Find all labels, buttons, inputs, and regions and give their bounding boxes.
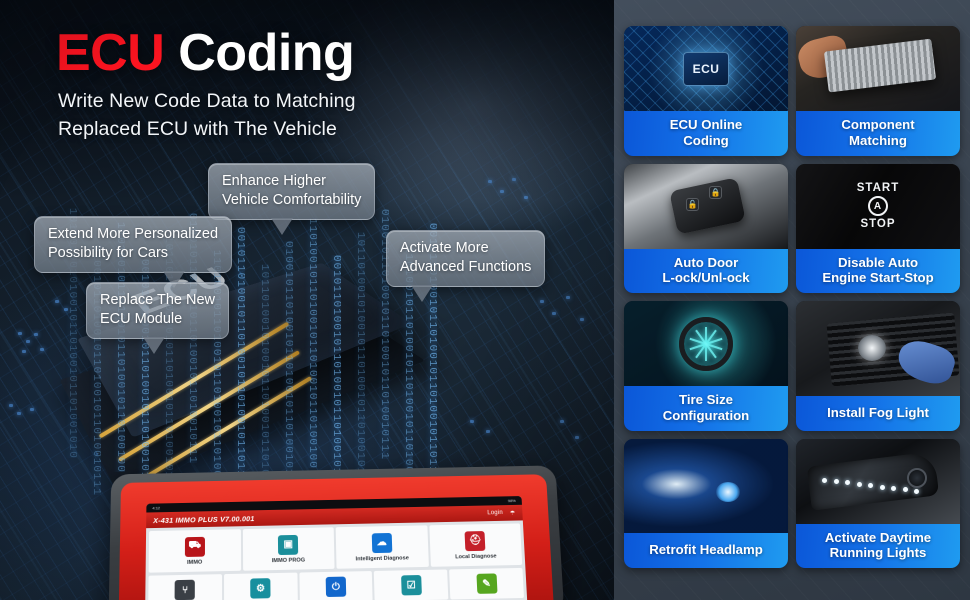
- feature-card-caption: Install Fog Light: [796, 395, 960, 431]
- feature-card-component-matching[interactable]: Component Matching: [796, 26, 960, 156]
- app-tile-wiring[interactable]: ⑂: [148, 574, 222, 600]
- feature-card-image: START A STOP: [796, 163, 960, 249]
- feature-card-caption: Retrofit Headlamp: [624, 533, 788, 568]
- callout-extend-personalize: Extend More Personalized Possibility for…: [34, 216, 233, 289]
- callout-enhance-comfort: Enhance Higher Vehicle Comfortability: [208, 163, 376, 236]
- edit-icon: ✎: [476, 573, 498, 594]
- callout-activate-advanced: Activate More Advanced Functions: [386, 230, 546, 303]
- app-tile-edit[interactable]: ✎: [449, 567, 525, 600]
- feature-card-caption: Disable Auto Engine Start-Stop: [796, 248, 960, 293]
- cloud-diagnose-icon: ☁: [371, 532, 393, 553]
- drl-led: [833, 479, 839, 485]
- app-tile-local-diagnose[interactable]: ⛑ Local Diagnose: [428, 523, 523, 567]
- ecu-artwork: ECU: [624, 26, 788, 112]
- feature-card-image: ECU: [624, 26, 788, 112]
- app-tile-label: IMMO PROG: [271, 556, 306, 564]
- user-icon[interactable]: ☂: [510, 509, 516, 516]
- feature-card-image: 🔓 🔒: [624, 163, 788, 249]
- auto-stop-icon: A: [868, 196, 888, 217]
- status-time: 4:12: [152, 505, 161, 511]
- power-icon: ⏻: [325, 576, 347, 598]
- hero-panel: ECU Coding Write New Code Data to Matchi…: [0, 0, 614, 600]
- app-tile-immo-prog[interactable]: ▣ IMMO PROG: [242, 527, 335, 571]
- key-fob: [669, 177, 746, 236]
- tablet-screen[interactable]: 4:12 98% X-431 IMMO PLUS V7.00.001 Login…: [145, 496, 528, 600]
- wiring-icon: ⑂: [174, 579, 196, 600]
- feature-card-image: [796, 301, 960, 396]
- feature-card-tire-size-config[interactable]: Tire Size Configuration: [624, 301, 788, 431]
- car-immo-icon: ⛟: [184, 536, 205, 557]
- feature-card-disable-start-stop[interactable]: START A STOP Disable Auto Engine Start-Stop: [796, 163, 960, 293]
- app-tile-wrench[interactable]: ⚙: [223, 572, 298, 600]
- feature-card-image: [624, 301, 788, 387]
- feature-card-image: [796, 438, 960, 524]
- feature-card-caption: Component Matching: [796, 111, 960, 156]
- feature-card-image: [796, 26, 960, 112]
- key-fob-button: 🔓: [686, 197, 700, 211]
- feature-card-caption: Activate Daytime Running Lights: [796, 523, 960, 568]
- ecu-chip-icon: ECU: [683, 51, 729, 86]
- headlamp-beam: [715, 482, 740, 503]
- wrench-icon: ⚙: [250, 578, 271, 599]
- start-label: START: [856, 182, 900, 195]
- door-artwork: 🔓 🔒: [624, 163, 788, 249]
- app-tile-report[interactable]: ☑: [374, 569, 449, 600]
- app-tile-label: IMMO: [186, 559, 203, 566]
- feature-card-caption: Tire Size Configuration: [624, 386, 788, 431]
- mechanic-car-icon: ⛑: [464, 530, 486, 551]
- wheel-icon: [679, 316, 733, 371]
- login-button[interactable]: Login: [487, 510, 503, 516]
- chip-prog-icon: ▣: [278, 534, 299, 555]
- feature-card-auto-door-lock[interactable]: 🔓 🔒 Auto Door L-ock/Unl-ock: [624, 163, 788, 293]
- drl-led: [822, 477, 828, 483]
- ss-artwork: START A STOP: [796, 163, 960, 249]
- app-tile-label: Intelligent Diagnose: [355, 554, 409, 562]
- comp-artwork: [796, 26, 960, 112]
- tablet-body: 4:12 98% X-431 IMMO PLUS V7.00.001 Login…: [118, 474, 555, 600]
- feature-panel: ECU ECU Online Coding Component Matching 🔓 🔒…: [614, 0, 970, 600]
- feature-card-activate-drl[interactable]: Activate Daytime Running Lights: [796, 438, 960, 568]
- stop-label: STOP: [860, 218, 896, 231]
- promo-banner: ECU Coding Write New Code Data to Matchi…: [0, 0, 970, 600]
- projector-lens: [907, 467, 928, 488]
- app-tile-intelligent-diagnose[interactable]: ☁ Intelligent Diagnose: [335, 525, 429, 569]
- drl-led: [902, 487, 908, 493]
- report-icon: ☑: [400, 574, 422, 596]
- drl-led: [879, 484, 885, 490]
- app-bar-actions: Login ☂: [487, 509, 515, 516]
- drl-led: [856, 481, 862, 487]
- callout-replace-module: Replace The New ECU Module: [86, 282, 229, 355]
- feature-card-grid: ECU ECU Online Coding Component Matching 🔓 🔒…: [614, 0, 970, 600]
- feature-card-install-fog-light[interactable]: Install Fog Light: [796, 301, 960, 431]
- status-battery: 98%: [507, 498, 516, 504]
- app-tile-power[interactable]: ⏻: [299, 571, 374, 600]
- feature-card-ecu-online-coding[interactable]: ECU ECU Online Coding: [624, 26, 788, 156]
- app-grid-primary: ⛟ IMMO ▣ IMMO PROG ☁ Intelligent Diagnose ⛑ Loc…: [145, 520, 526, 576]
- feature-card-retrofit-headlamp[interactable]: Retrofit Headlamp: [624, 438, 788, 568]
- fog-artwork: [796, 301, 960, 396]
- drl-artwork: [796, 438, 960, 524]
- feature-card-caption: ECU Online Coding: [624, 111, 788, 156]
- feature-card-image: [624, 438, 788, 534]
- head-artwork: [624, 438, 788, 534]
- drl-led: [914, 488, 920, 494]
- diagnostic-tablet: 4:12 98% X-431 IMMO PLUS V7.00.001 Login…: [108, 465, 565, 600]
- feature-card-caption: Auto Door L-ock/Unl-ock: [624, 248, 788, 293]
- app-title: X-431 IMMO PLUS V7.00.001: [153, 513, 255, 525]
- key-fob-button: 🔒: [709, 185, 723, 199]
- app-tile-label: Local Diagnose: [455, 553, 497, 560]
- app-tile-immo[interactable]: ⛟ IMMO: [148, 529, 241, 573]
- tire-artwork: [624, 301, 788, 387]
